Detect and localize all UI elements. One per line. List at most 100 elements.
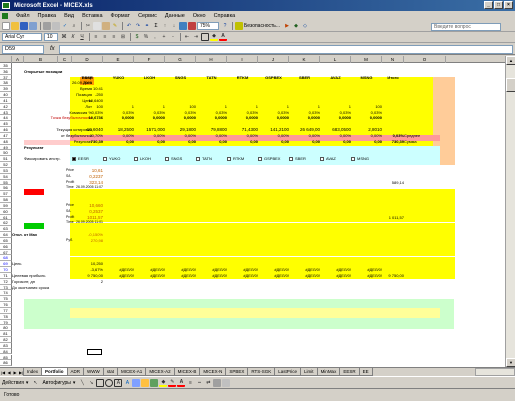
cut-icon[interactable]: ✂ (84, 22, 92, 30)
undo-icon[interactable]: ↶ (125, 22, 133, 30)
from-breakeven-cell[interactable]: 0,00% (351, 133, 382, 138)
avg-label[interactable]: Среднее (404, 133, 446, 138)
sheet-tab-micex-b[interactable]: MICEX-B (173, 368, 201, 376)
oval-icon[interactable] (105, 378, 114, 387)
checkbox-icon[interactable] (196, 157, 200, 162)
zoom-select[interactable]: 75% (197, 22, 219, 30)
error-cell[interactable]: #ДЕЛ/0! (165, 273, 196, 278)
actions-menu[interactable]: Действия (2, 380, 24, 386)
vba-icon[interactable]: ◆ (292, 22, 300, 30)
error-cell[interactable]: #ДЕЛ/0! (103, 273, 134, 278)
column-header-c[interactable]: C (58, 56, 72, 63)
checkbox-icon[interactable] (258, 157, 262, 162)
save-icon[interactable] (20, 22, 28, 30)
sheet-tab-www[interactable]: WWW (83, 368, 104, 376)
expiry-label[interactable]: До окончания срока (12, 285, 72, 290)
min-label[interactable]: Мин (12, 168, 32, 173)
line-style-icon[interactable]: ≡ (186, 379, 194, 387)
menu-window[interactable]: Окно (189, 13, 210, 19)
help-icon[interactable]: ? (221, 22, 229, 30)
fx-icon[interactable]: fx (50, 46, 55, 52)
lot-cell[interactable]: 100 (351, 104, 382, 109)
sort-asc-icon[interactable]: ↑ (161, 22, 169, 30)
error-cell[interactable]: #ДЕЛ/0! (227, 267, 258, 272)
lot-cell[interactable]: 1 (227, 104, 258, 109)
lot-cell[interactable]: 1 (103, 104, 134, 109)
fix-checkbox-eesr[interactable]: EESR (72, 156, 103, 161)
picture-icon[interactable] (150, 378, 159, 387)
from-breakeven-cell[interactable]: 0,00% (196, 133, 227, 138)
result-cell[interactable]: 0,00 (196, 139, 227, 144)
breakeven-cell[interactable]: 0,0000 (227, 115, 258, 120)
autoshapes-arrow-icon[interactable]: ▾ (73, 380, 76, 386)
breakeven-cell[interactable]: 0,0000 (196, 115, 227, 120)
breakeven-cell[interactable]: 0,0000 (320, 115, 351, 120)
sum-value[interactable]: 730,39 (382, 139, 404, 144)
maximize-button[interactable]: □ (494, 1, 503, 9)
menu-tools[interactable]: Сервис (134, 13, 161, 19)
line-icon[interactable]: ╲ (78, 379, 86, 387)
result-cell[interactable]: 0,00 (227, 139, 258, 144)
name-box[interactable]: D59 (2, 44, 44, 54)
column-header-m[interactable]: M (351, 56, 382, 63)
goal-value[interactable]: 10,250 (72, 261, 103, 266)
result-cell[interactable]: 0,00 (289, 139, 320, 144)
from-breakeven-cell[interactable]: -0,70% (72, 133, 103, 138)
sort-desc-icon[interactable]: ↓ (170, 22, 178, 30)
from-breakeven-cell[interactable]: 0,00% (258, 133, 289, 138)
align-center-icon[interactable]: ≡ (101, 33, 109, 41)
breakeven-cell[interactable]: 0,0000 (258, 115, 289, 120)
commission-cell[interactable]: 0,03% (196, 110, 227, 115)
results-title[interactable]: Результат (24, 145, 84, 150)
design-mode-icon[interactable]: ◇ (301, 22, 309, 30)
min-value[interactable]: 10,61 (72, 168, 103, 173)
decrease-indent-icon[interactable]: ⇤ (183, 33, 191, 41)
section-title[interactable]: Открытые позиции (24, 69, 84, 74)
menu-data[interactable]: Данные (161, 13, 189, 19)
print-preview-icon[interactable] (52, 22, 60, 30)
draw-fill-color-icon[interactable]: ◆ (159, 379, 168, 387)
minimize-button[interactable]: _ (484, 1, 493, 9)
quote-cell[interactable]: 29,1800 (165, 127, 196, 132)
research-icon[interactable]: ⌕ (70, 22, 78, 30)
avg-value[interactable]: 0,03% (382, 133, 404, 138)
breakeven-cell[interactable]: 0,0000 (103, 115, 134, 120)
borders-icon[interactable] (201, 33, 209, 41)
target-profit-total[interactable]: 9 750,00 (382, 273, 404, 278)
autosum-icon[interactable]: Σ (152, 22, 160, 30)
line-color-icon[interactable]: ✎ (168, 379, 177, 387)
ticker-cell[interactable]: SNGS (165, 75, 196, 80)
align-right-icon[interactable]: ≡ (110, 33, 118, 41)
error-cell[interactable]: #ДЕЛ/0! (351, 267, 382, 272)
ticker-cell[interactable]: AVAZ (320, 75, 351, 80)
date-cell[interactable]: 26.09.2005 (72, 80, 103, 85)
lot-cell[interactable]: 100 (72, 104, 103, 109)
fix-checkbox-tatn[interactable]: TATN (196, 156, 227, 161)
drawdown-rub[interactable]: 270,98 (72, 238, 103, 243)
active-cell[interactable] (87, 349, 102, 355)
lot-cell[interactable]: 100 (165, 104, 196, 109)
ticker-cell[interactable]: MSNG (351, 75, 382, 80)
drawdown-label[interactable]: Откл. от Max (12, 232, 48, 237)
error-cell[interactable]: #ДЕЛ/0! (320, 273, 351, 278)
breakeven-cell[interactable]: 10,6736 (72, 115, 103, 120)
result-cell[interactable]: 0,00 (103, 139, 134, 144)
percent-icon[interactable]: % (142, 33, 150, 41)
column-header-b[interactable]: B (24, 56, 58, 63)
sheet-tab-ee[interactable]: EE (358, 368, 373, 376)
ticker-cell[interactable]: RTKM (227, 75, 258, 80)
quote-cell[interactable]: 18,2500 (103, 127, 134, 132)
select-all-corner[interactable] (0, 56, 12, 63)
breakeven-cell[interactable]: 0,0000 (351, 115, 382, 120)
dash-style-icon[interactable]: ┅ (195, 379, 203, 387)
commission-cell[interactable]: 0,03% (72, 110, 103, 115)
column-header-d[interactable]: D (72, 56, 103, 63)
column-header-e[interactable]: E (103, 56, 134, 63)
align-left-icon[interactable]: ≡ (92, 33, 100, 41)
error-cell[interactable]: #ДЕЛ/0! (351, 273, 382, 278)
sheet-tab-adr[interactable]: ADR (66, 368, 85, 376)
result-cell[interactable]: 730,39 (72, 139, 103, 144)
fix-checkbox-gspbex[interactable]: GSPBEX (258, 156, 289, 161)
column-header-k[interactable]: K (289, 56, 320, 63)
max-value[interactable]: 1011,57 (72, 215, 103, 220)
